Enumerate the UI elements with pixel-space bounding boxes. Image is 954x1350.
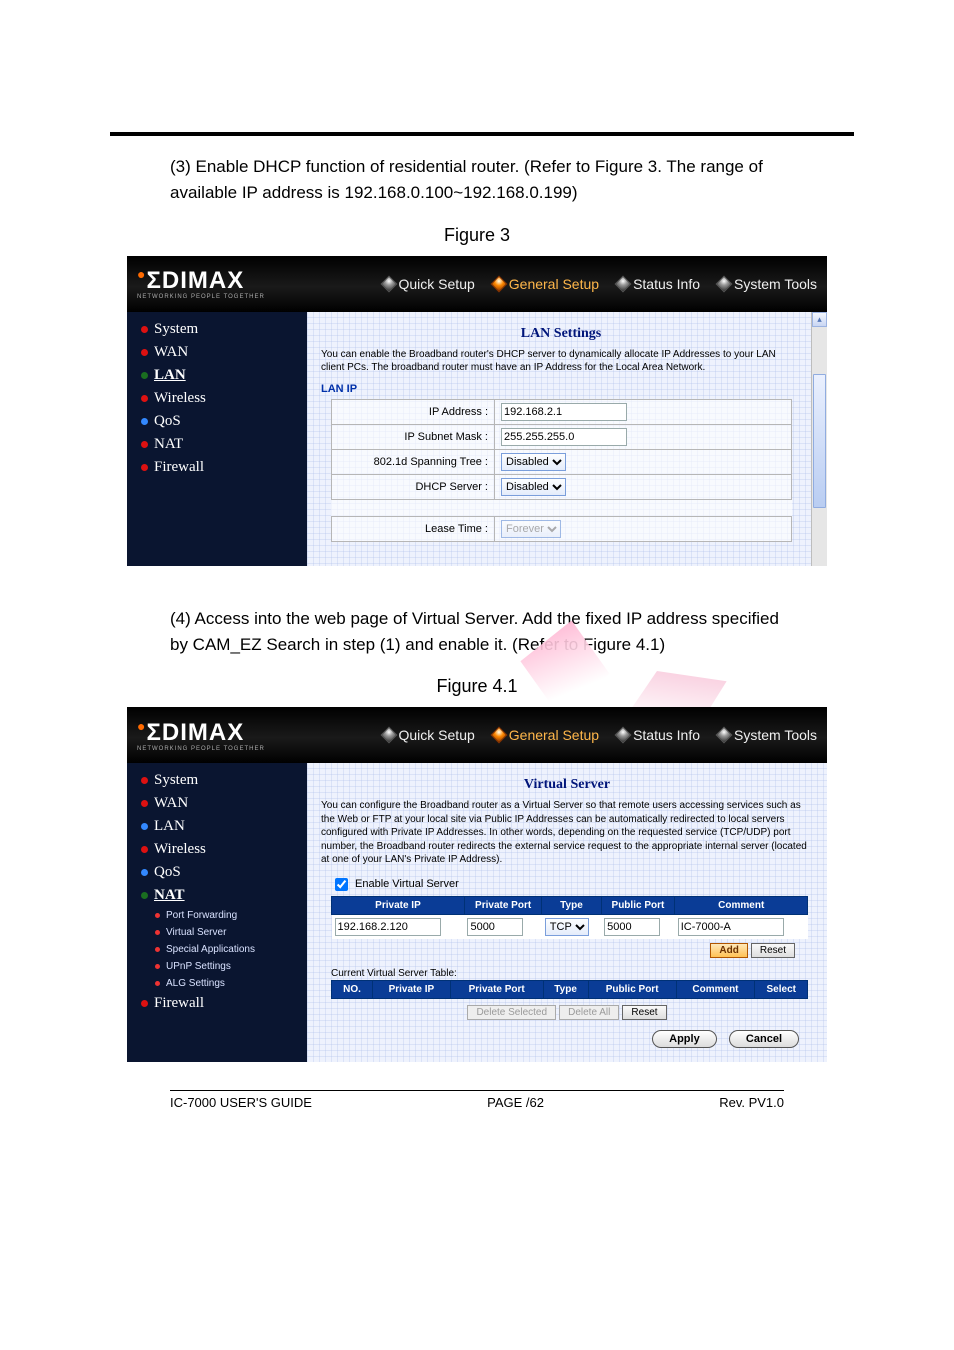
label-spanning-tree: 802.1d Spanning Tree :: [332, 449, 495, 474]
nav2-virtual-server[interactable]: Virtual Server: [127, 924, 307, 941]
col-type: Type: [542, 896, 601, 914]
input-public-port[interactable]: [604, 918, 660, 936]
tab-status-info-2[interactable]: Status Info: [617, 727, 700, 743]
col-public-port: Public Port: [601, 896, 675, 914]
vs-desc: You can configure the Broadband router a…: [321, 799, 813, 867]
col2-private-ip: Private IP: [373, 980, 451, 998]
content-scrollbar[interactable]: ▴: [811, 312, 827, 566]
col-private-ip: Private IP: [332, 896, 465, 914]
footer-right: Rev. PV1.0: [719, 1095, 784, 1110]
lan-ip-subhead: LAN IP: [321, 383, 801, 395]
label-subnet-mask: IP Subnet Mask :: [332, 424, 495, 449]
nav-wan[interactable]: WAN: [127, 341, 307, 364]
label-ip-address: IP Address :: [332, 399, 495, 424]
col2-comment: Comment: [676, 980, 755, 998]
nav2-lan[interactable]: LAN: [127, 815, 307, 838]
label-dhcp-server: DHCP Server :: [332, 474, 495, 499]
button-apply[interactable]: Apply: [652, 1030, 717, 1048]
button-add[interactable]: Add: [710, 943, 747, 958]
tab-general-setup-2[interactable]: General Setup: [493, 727, 599, 743]
button-delete-all[interactable]: Delete All: [559, 1005, 619, 1020]
nav2-wireless[interactable]: Wireless: [127, 838, 307, 861]
tab-quick-setup-2[interactable]: Quick Setup: [383, 727, 475, 743]
sidebar-nav: System WAN LAN Wireless QoS NAT Firewall: [127, 312, 307, 566]
checkbox-enable-vs[interactable]: [335, 878, 348, 891]
select-dhcp-server[interactable]: Disabled: [501, 478, 566, 496]
select-type[interactable]: TCP: [545, 918, 589, 936]
lan-ip-table: IP Address : IP Subnet Mask : 802.1d Spa…: [331, 399, 792, 542]
footer-left: IC-7000 USER'S GUIDE: [170, 1095, 312, 1110]
nav-wireless[interactable]: Wireless: [127, 387, 307, 410]
input-comment[interactable]: [678, 918, 784, 936]
col2-no: NO.: [332, 980, 373, 998]
input-ip-address[interactable]: [501, 403, 627, 421]
nav2-upnp[interactable]: UPnP Settings: [127, 958, 307, 975]
tab-quick-setup[interactable]: Quick Setup: [383, 276, 475, 292]
router-tabs-2: Quick Setup General Setup Status Info Sy…: [383, 727, 818, 743]
tab-general-setup[interactable]: General Setup: [493, 276, 599, 292]
edimax-logo: ●ΣDIMAX NETWORKING PEOPLE TOGETHER: [137, 267, 265, 300]
router-tabs: Quick Setup General Setup Status Info Sy…: [383, 276, 818, 292]
input-private-ip[interactable]: [335, 918, 441, 936]
nav2-wan[interactable]: WAN: [127, 792, 307, 815]
router-header-2: ●ΣDIMAX NETWORKING PEOPLE TOGETHER Quick…: [127, 707, 827, 763]
vs-entry-table: Private IP Private Port Type Public Port…: [331, 896, 808, 939]
col2-public-port: Public Port: [588, 980, 676, 998]
col2-private-port: Private Port: [450, 980, 543, 998]
footer-center: PAGE /62: [487, 1095, 544, 1110]
figure3-router-panel: ●ΣDIMAX NETWORKING PEOPLE TOGETHER Quick…: [127, 256, 827, 566]
nav2-qos[interactable]: QoS: [127, 861, 307, 884]
nav2-nat[interactable]: NAT: [127, 884, 307, 907]
top-rule: [110, 132, 854, 136]
tab-system-tools[interactable]: System Tools: [718, 276, 817, 292]
col-private-port: Private Port: [464, 896, 541, 914]
figure3-caption: Figure 3: [60, 225, 894, 246]
nav-system[interactable]: System: [127, 318, 307, 341]
col-comment: Comment: [675, 896, 808, 914]
button-reset-entry[interactable]: Reset: [751, 943, 795, 958]
sidebar-nav-2: System WAN LAN Wireless QoS NAT Port For…: [127, 763, 307, 1062]
nav-lan[interactable]: LAN: [127, 364, 307, 387]
lan-settings-desc: You can enable the Broadband router's DH…: [321, 348, 801, 375]
nav-qos[interactable]: QoS: [127, 410, 307, 433]
nav2-port-forwarding[interactable]: Port Forwarding: [127, 907, 307, 924]
input-subnet-mask[interactable]: [501, 428, 627, 446]
tab-status-info[interactable]: Status Info: [617, 276, 700, 292]
select-lease-time: Forever: [501, 520, 561, 538]
vs-title: Virtual Server: [321, 777, 813, 793]
nav2-firewall[interactable]: Firewall: [127, 992, 307, 1015]
nav-firewall[interactable]: Firewall: [127, 456, 307, 479]
enable-vs-label: Enable Virtual Server: [355, 878, 459, 890]
button-reset-table[interactable]: Reset: [622, 1005, 666, 1020]
nav-nat[interactable]: NAT: [127, 433, 307, 456]
step4-text: (4) Access into the web page of Virtual …: [170, 609, 779, 654]
scroll-up-icon[interactable]: ▴: [812, 312, 827, 327]
edimax-logo-2: ●ΣDIMAX NETWORKING PEOPLE TOGETHER: [137, 719, 265, 752]
step3-text: (3) Enable DHCP function of residential …: [170, 154, 784, 207]
router-header: ●ΣDIMAX NETWORKING PEOPLE TOGETHER Quick…: [127, 256, 827, 312]
label-lease-time: Lease Time :: [332, 516, 495, 541]
figure41-caption: Figure 4.1: [60, 676, 894, 697]
nav2-special-apps[interactable]: Special Applications: [127, 941, 307, 958]
input-private-port[interactable]: [467, 918, 523, 936]
vs-current-table: NO. Private IP Private Port Type Public …: [331, 980, 808, 999]
tab-system-tools-2[interactable]: System Tools: [718, 727, 817, 743]
figure41-router-panel: ●ΣDIMAX NETWORKING PEOPLE TOGETHER Quick…: [127, 707, 827, 1062]
col2-select: Select: [755, 980, 808, 998]
button-delete-selected[interactable]: Delete Selected: [467, 1005, 556, 1020]
nav2-alg[interactable]: ALG Settings: [127, 975, 307, 992]
lan-settings-title: LAN Settings: [321, 326, 801, 342]
lan-settings-content: ▴ LAN Settings You can enable the Broadb…: [307, 312, 827, 566]
current-vs-table-title: Current Virtual Server Table:: [331, 968, 813, 979]
select-spanning-tree[interactable]: Disabled: [501, 453, 566, 471]
virtual-server-content: Virtual Server You can configure the Bro…: [307, 763, 827, 1062]
col2-type: Type: [543, 980, 588, 998]
button-cancel[interactable]: Cancel: [729, 1030, 799, 1048]
page-footer: IC-7000 USER'S GUIDE PAGE /62 Rev. PV1.0: [170, 1090, 784, 1110]
nav2-system[interactable]: System: [127, 769, 307, 792]
